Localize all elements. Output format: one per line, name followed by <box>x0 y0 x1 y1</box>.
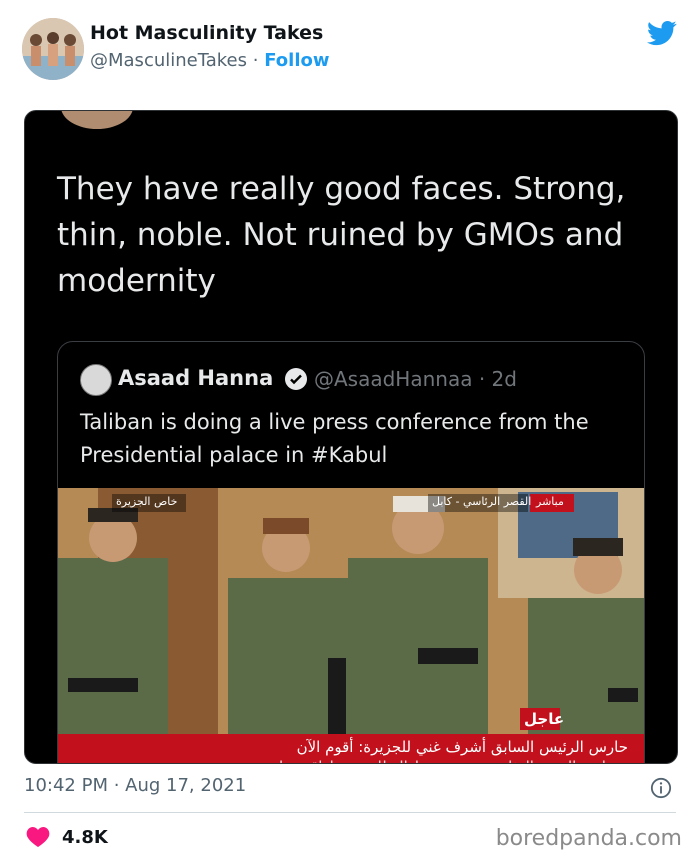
quoted-tweet[interactable]: Asaad Hanna @AsaadHannaa · 2d Taliban is… <box>57 341 645 763</box>
verified-badge-icon <box>285 368 307 390</box>
breaking-label: عاجل <box>524 710 565 728</box>
quoted-handle: @AsaadHannaa <box>314 367 473 391</box>
ticker-line-1: حارس الرئيس السابق أشرف غني للجزيرة: أقو… <box>296 738 628 756</box>
twitter-bird-icon[interactable] <box>646 18 678 48</box>
press-conference-photo[interactable]: خاص الجزيرة القصر الرئاسي - كابل مباشر ع… <box>58 488 644 763</box>
quoted-age: · 2d <box>478 367 517 391</box>
heart-icon[interactable] <box>26 826 50 848</box>
quoted-name: Asaad Hanna <box>118 366 274 390</box>
like-count[interactable]: 4.8K <box>62 827 108 848</box>
separator: · <box>252 50 259 71</box>
quoted-avatar-icon <box>80 364 112 396</box>
account-handle-row: @MasculineTakes · Follow <box>90 50 330 71</box>
info-icon[interactable] <box>650 777 672 799</box>
cropped-avatar <box>61 111 133 129</box>
timestamp[interactable]: 10:42 PM · Aug 17, 2021 <box>24 775 246 796</box>
news-ticker: حارس الرئيس السابق أشرف غني للجزيرة: أقو… <box>58 734 644 763</box>
badge-exclusive: خاص الجزيرة <box>116 495 178 508</box>
account-name[interactable]: Hot Masculinity Takes <box>90 22 323 44</box>
watermark: boredpanda.com <box>495 826 682 851</box>
divider <box>24 812 676 813</box>
embedded-tweet-screenshot[interactable]: They have really good faces. Strong, thi… <box>24 110 678 764</box>
badge-location: القصر الرئاسي - كابل <box>432 495 532 508</box>
quoted-handle-row: @AsaadHannaa · 2d <box>314 367 517 391</box>
quoted-text: Taliban is doing a live press conference… <box>80 410 589 467</box>
follow-button[interactable]: Follow <box>264 50 329 71</box>
ticker-line-2: بحراسة القصر الرئاسي بعد سقوط النظام دون… <box>58 756 644 763</box>
profile-avatar-icon[interactable] <box>22 18 84 80</box>
embedded-tweet-text: They have really good faces. Strong, thi… <box>57 171 626 299</box>
account-handle[interactable]: @MasculineTakes <box>90 50 247 71</box>
badge-live: مباشر <box>536 495 564 508</box>
